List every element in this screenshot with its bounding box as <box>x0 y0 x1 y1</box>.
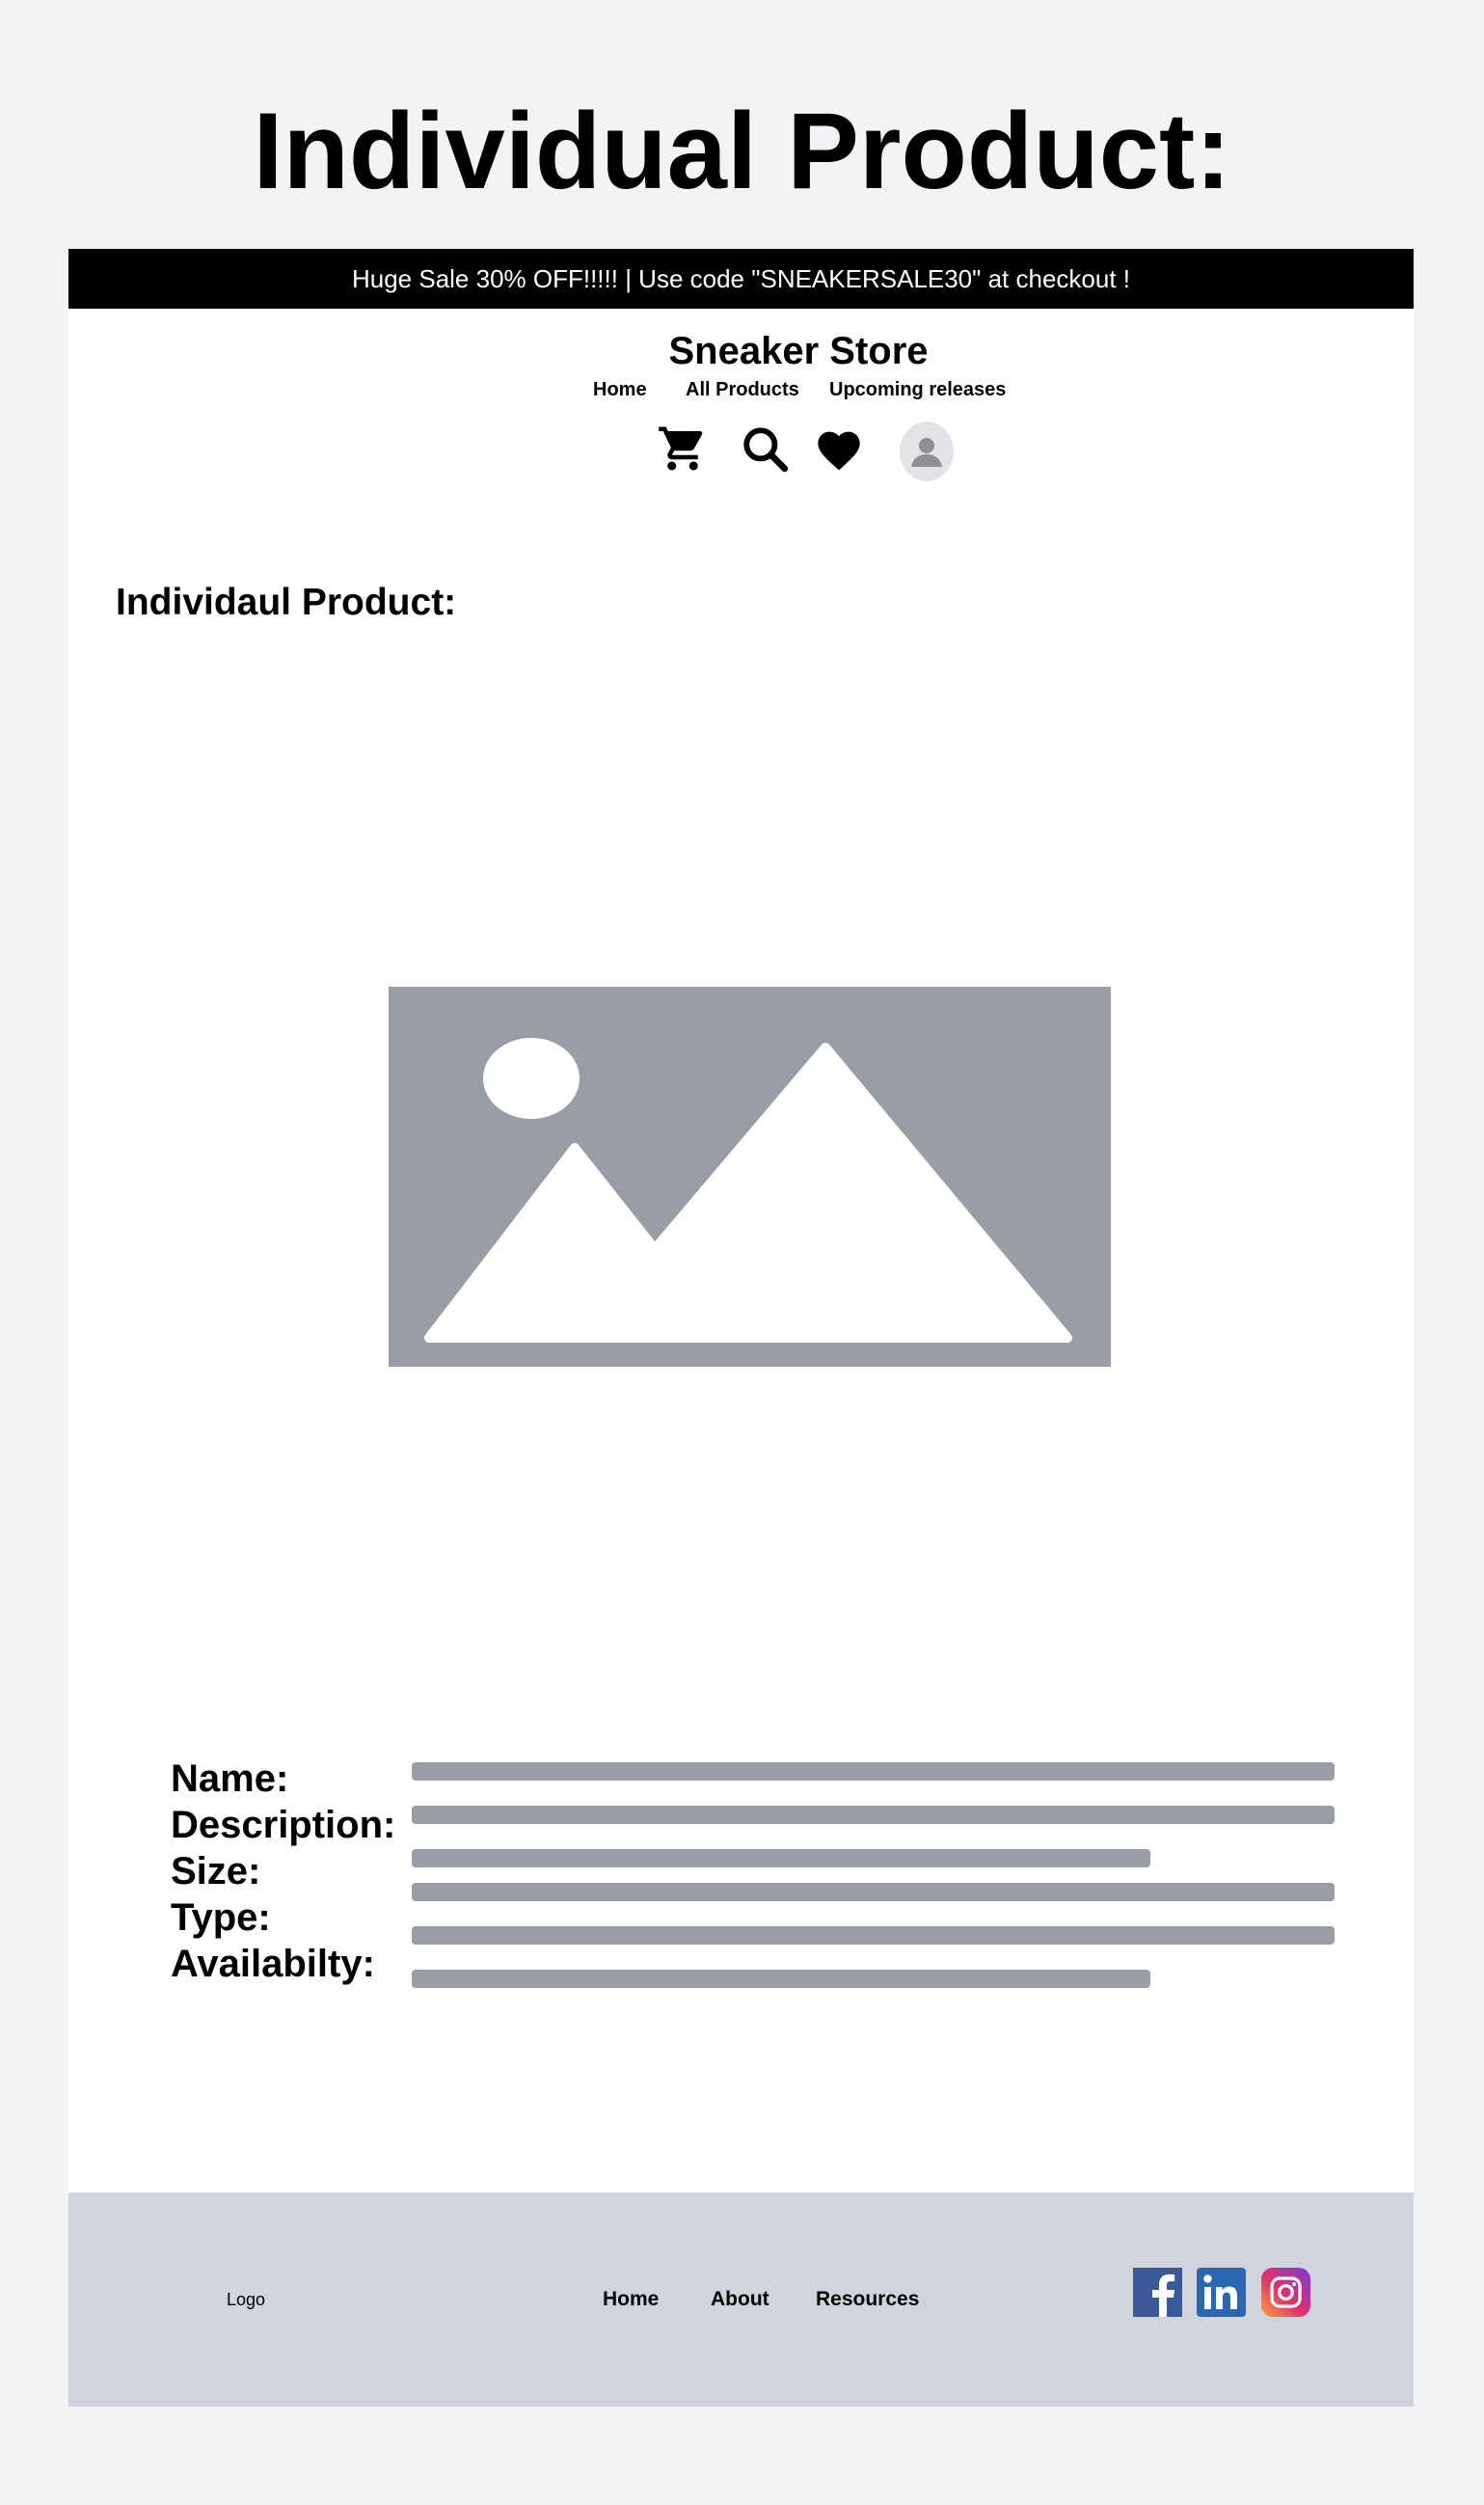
text-placeholder-line <box>412 1926 1335 1945</box>
brand-title[interactable]: Sneaker Store <box>68 328 1484 374</box>
page-heading: Individual Product: <box>253 91 1231 211</box>
cart-icon[interactable] <box>657 422 709 475</box>
instagram-icon[interactable] <box>1261 2268 1310 2317</box>
text-placeholder-line <box>412 1849 1150 1867</box>
image-placeholder-icon <box>389 987 1111 1367</box>
facebook-icon[interactable] <box>1133 2268 1182 2317</box>
footer-logo[interactable]: Logo <box>227 2289 265 2310</box>
field-label-size: Size: <box>171 1850 261 1892</box>
nav-all-products[interactable]: All Products <box>686 378 799 401</box>
promo-banner: Huge Sale 30% OFF!!!!! | Use code "SNEAK… <box>68 249 1414 309</box>
field-label-type: Type: <box>171 1896 271 1939</box>
product-section-title: Individaul Product: <box>116 582 457 623</box>
search-icon[interactable] <box>741 424 789 473</box>
text-placeholder-line <box>412 1762 1335 1781</box>
field-label-description: Description: <box>171 1804 396 1846</box>
footer-link-about[interactable]: About <box>711 2288 769 2311</box>
footer-link-home[interactable]: Home <box>603 2288 659 2311</box>
field-label-availability: Availabilty: <box>171 1943 375 1985</box>
heart-icon[interactable] <box>814 425 864 472</box>
site-footer: Logo Home About Resources <box>68 2192 1414 2407</box>
nav-home[interactable]: Home <box>593 378 647 401</box>
text-placeholder-line <box>412 1806 1335 1824</box>
text-placeholder-line <box>412 1970 1150 1988</box>
text-placeholder-line <box>412 1883 1335 1901</box>
field-label-name: Name: <box>171 1757 289 1800</box>
footer-link-resources[interactable]: Resources <box>816 2288 919 2311</box>
nav-upcoming-releases[interactable]: Upcoming releases <box>829 378 1006 401</box>
linkedin-icon[interactable] <box>1197 2268 1246 2317</box>
website-frame: Huge Sale 30% OFF!!!!! | Use code "SNEAK… <box>68 249 1414 2407</box>
user-avatar-icon[interactable] <box>900 422 954 481</box>
